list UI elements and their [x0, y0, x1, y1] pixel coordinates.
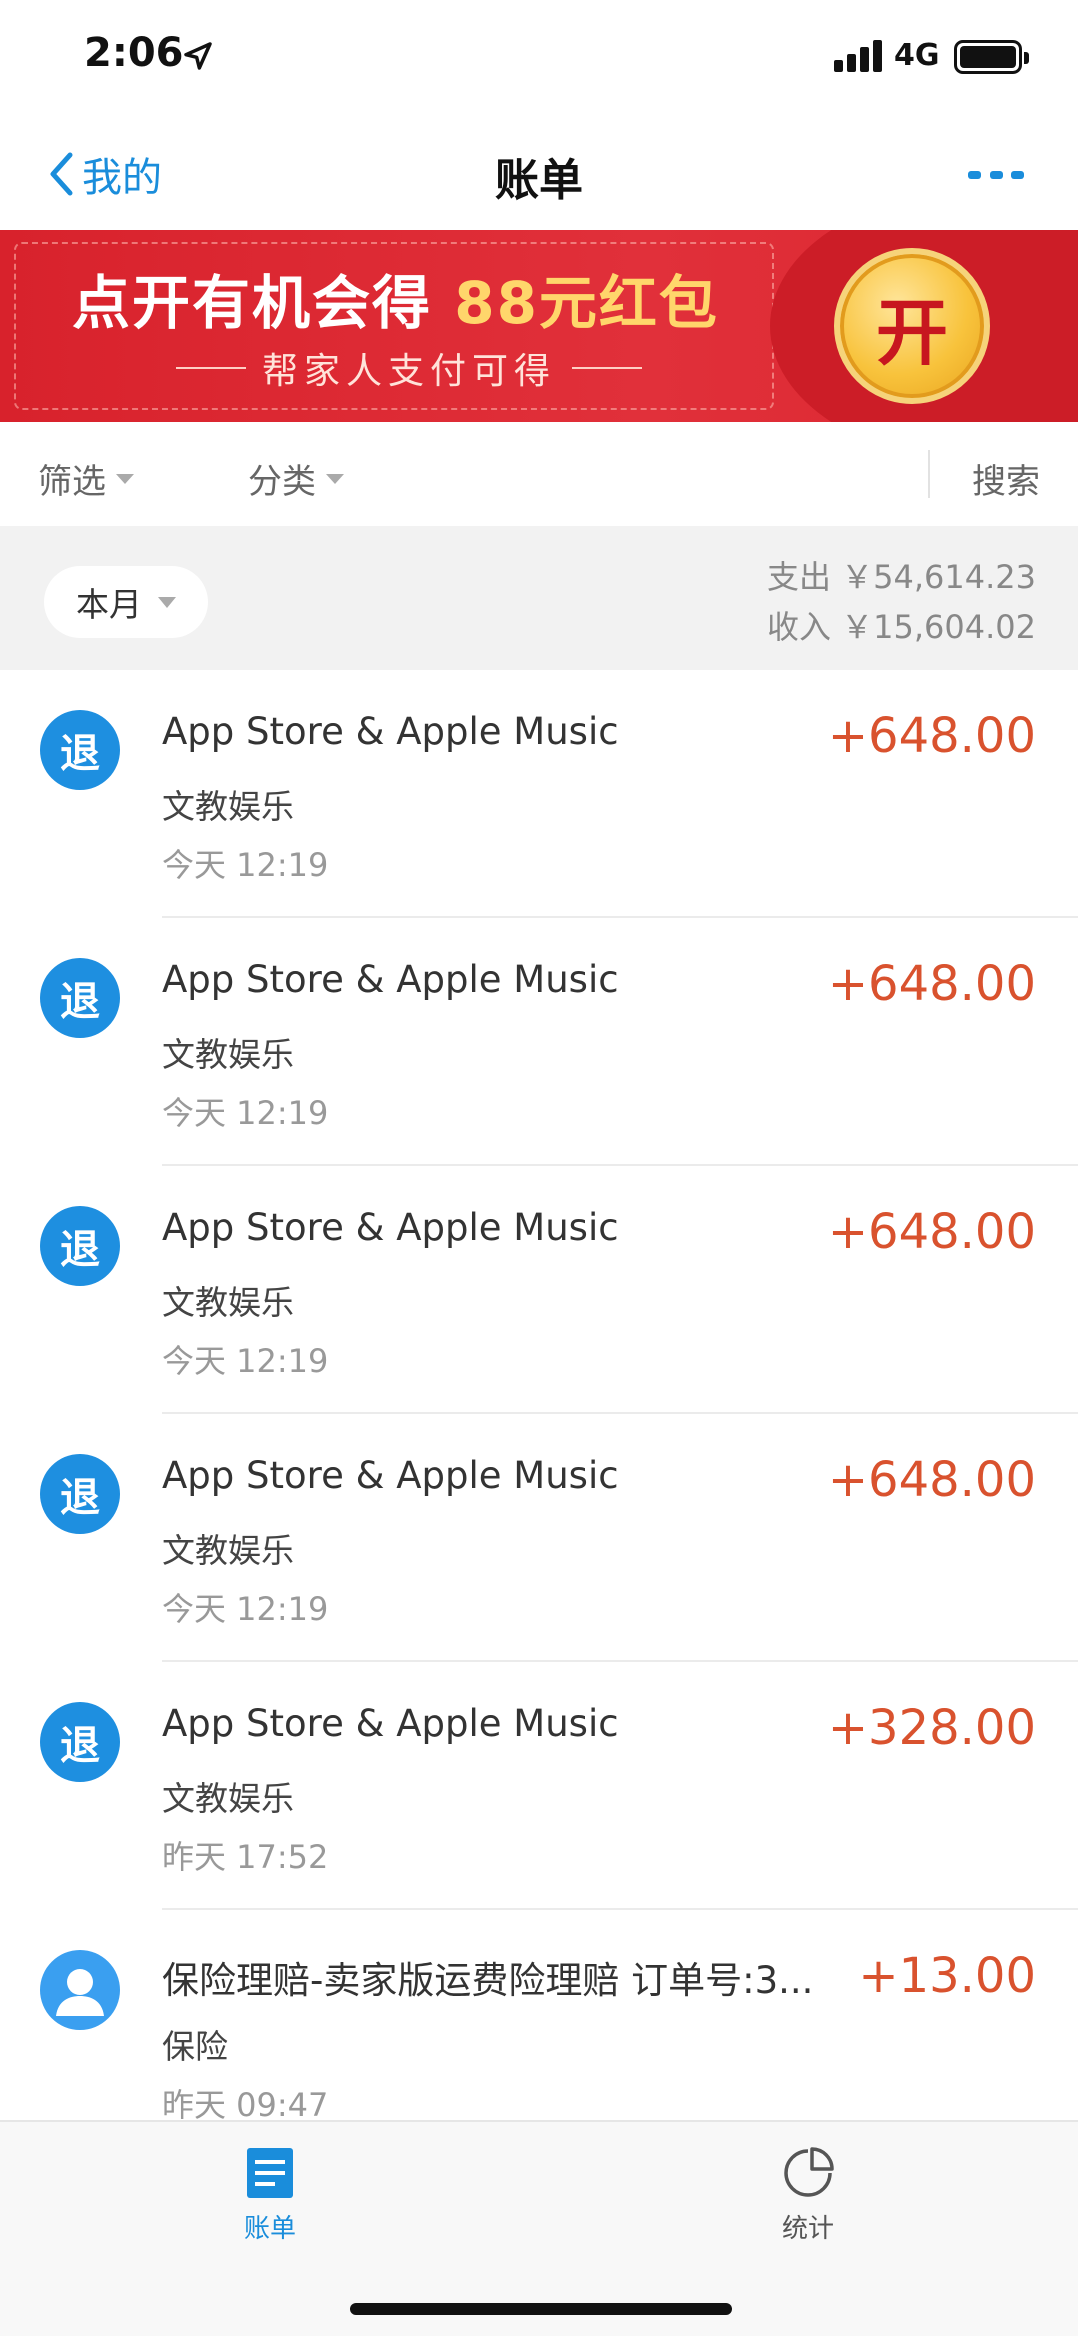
- category-label: 分类: [248, 462, 316, 502]
- filter-bar: 筛选 分类 搜索: [0, 422, 1078, 526]
- banner-main-text: 点开有机会得: [72, 269, 433, 337]
- banner-headline: 点开有机会得 88元红包: [72, 256, 719, 340]
- transaction-amount: +328.00: [827, 1700, 1036, 1756]
- transaction-row[interactable]: 退 App Store & Apple Music 文教娱乐 今天 12:19 …: [0, 1414, 1078, 1662]
- more-dot-icon: [968, 171, 981, 179]
- caret-down-icon: [158, 596, 176, 608]
- battery-icon: [954, 40, 1029, 74]
- refund-icon: 退: [40, 1702, 120, 1782]
- transaction-row[interactable]: 退 App Store & Apple Music 文教娱乐 今天 12:19 …: [0, 670, 1078, 918]
- more-dot-icon: [989, 171, 1003, 179]
- transaction-title: App Store & Apple Music: [162, 1206, 619, 1249]
- network-label: 4G: [894, 38, 940, 73]
- bill-icon: [247, 2148, 293, 2198]
- transaction-category: 文教娱乐: [162, 1283, 294, 1322]
- status-time: 2:06: [84, 30, 184, 76]
- transaction-time: 今天 12:19: [162, 1342, 329, 1380]
- banner-highlight: 88元红包: [454, 269, 719, 337]
- transaction-time: 今天 12:19: [162, 846, 329, 884]
- tab-label: 账单: [243, 2214, 296, 2244]
- transaction-category: 文教娱乐: [162, 787, 294, 826]
- person-icon: [40, 1950, 120, 2030]
- back-button[interactable]: 我的: [48, 142, 162, 206]
- more-button[interactable]: [968, 160, 1024, 190]
- filter-label: 筛选: [38, 462, 106, 502]
- search-button[interactable]: 搜索: [972, 454, 1040, 503]
- transaction-title: App Store & Apple Music: [162, 1702, 619, 1745]
- transaction-amount: +648.00: [827, 708, 1036, 764]
- divider: [572, 367, 643, 369]
- home-indicator[interactable]: [350, 2303, 732, 2315]
- transaction-amount: +648.00: [827, 1452, 1036, 1508]
- nav-bar: 我的 账单: [0, 120, 1078, 230]
- transaction-category: 文教娱乐: [162, 1531, 294, 1570]
- transaction-row[interactable]: 退 App Store & Apple Music 文教娱乐 今天 12:19 …: [0, 918, 1078, 1166]
- divider: [176, 367, 246, 369]
- transaction-amount: +13.00: [858, 1948, 1036, 2004]
- income-total: 收入 ￥15,604.02: [766, 608, 1036, 646]
- open-coin-button[interactable]: 开: [834, 248, 990, 404]
- month-selector[interactable]: 本月: [44, 566, 208, 638]
- month-summary: 本月 支出 ￥54,614.23 收入 ￥15,604.02: [0, 526, 1078, 670]
- refund-icon: 退: [40, 710, 120, 790]
- divider: [928, 450, 930, 498]
- transaction-category: 文教娱乐: [162, 1035, 294, 1074]
- promo-banner[interactable]: 点开有机会得 88元红包 帮家人支付可得 开: [0, 230, 1078, 422]
- transaction-list: 退 App Store & Apple Music 文教娱乐 今天 12:19 …: [0, 670, 1078, 2158]
- tab-statistics[interactable]: 统计: [738, 2146, 878, 2245]
- location-arrow-icon: [184, 42, 212, 70]
- caret-down-icon: [326, 473, 344, 484]
- transaction-category: 文教娱乐: [162, 1779, 294, 1818]
- transaction-title: App Store & Apple Music: [162, 710, 619, 753]
- transaction-amount: +648.00: [827, 1204, 1036, 1260]
- transaction-title: App Store & Apple Music: [162, 1454, 619, 1497]
- back-label: 我的: [82, 155, 162, 201]
- category-dropdown[interactable]: 分类: [248, 454, 344, 503]
- chevron-left-icon: [50, 152, 73, 196]
- transaction-amount: +648.00: [827, 956, 1036, 1012]
- tab-label: 统计: [781, 2214, 834, 2244]
- transaction-time: 昨天 17:52: [162, 1838, 329, 1876]
- transaction-time: 今天 12:19: [162, 1094, 329, 1132]
- status-bar: 2:06 4G: [0, 0, 1078, 120]
- transaction-title: 保险理赔-卖家版运费险理赔 订单号:3...: [162, 1959, 814, 2002]
- pie-chart-icon: [784, 2147, 834, 2197]
- banner-subline: 帮家人支付可得: [160, 342, 658, 394]
- transaction-title: App Store & Apple Music: [162, 958, 619, 1001]
- coin-label: 开: [875, 290, 948, 375]
- banner-sub-text: 帮家人支付可得: [262, 351, 557, 392]
- transaction-time: 今天 12:19: [162, 1590, 329, 1628]
- transaction-category: 保险: [162, 2027, 228, 2066]
- caret-down-icon: [116, 473, 134, 484]
- more-dot-icon: [1011, 171, 1024, 179]
- transaction-row[interactable]: 退 App Store & Apple Music 文教娱乐 今天 12:19 …: [0, 1166, 1078, 1414]
- month-label: 本月: [76, 585, 142, 624]
- tab-bill[interactable]: 账单: [200, 2146, 340, 2245]
- refund-icon: 退: [40, 1454, 120, 1534]
- refund-icon: 退: [40, 1206, 120, 1286]
- filter-dropdown[interactable]: 筛选: [38, 454, 134, 503]
- expense-total: 支出 ￥54,614.23: [766, 558, 1036, 596]
- refund-icon: 退: [40, 958, 120, 1038]
- transaction-row[interactable]: 退 App Store & Apple Music 文教娱乐 昨天 17:52 …: [0, 1662, 1078, 1910]
- signal-icon: [834, 40, 886, 72]
